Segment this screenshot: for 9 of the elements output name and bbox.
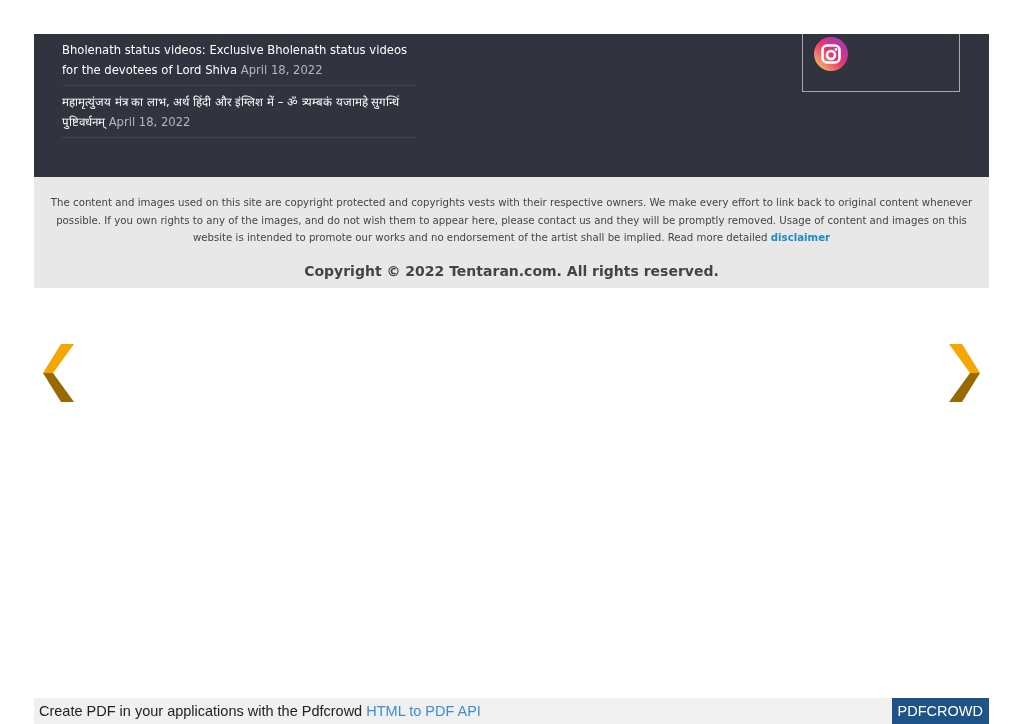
instagram-icon[interactable]: [813, 36, 849, 72]
recent-post-entry[interactable]: महामृत्युंजय मंत्र का लाभ, अर्थ हिंदी और इंग्लिश में – ॐ त्र्यम्बकं यजामहे सुगन्धिं पुष्टिवर्धनम् April 18, 2022: [62, 92, 416, 138]
recent-post-entry[interactable]: Bholenath status videos: Exclusive Bholenath status videos for the devotees of Lord Shiva April 18, 2022: [62, 40, 416, 86]
pdfcrowd-button[interactable]: PDFCROWD: [891, 698, 989, 724]
banner-text: Create PDF in your applications with the Pdfcrowd HTML to PDF API: [38, 703, 481, 719]
copyright-text: Copyright © 2022 Tentaran.com. All rights reserved.: [303, 262, 720, 279]
next-arrow-icon[interactable]: [948, 344, 980, 402]
disclaimer-text: The content and images used on this site are copyright protected and copyrights vests with their respective owners. We make every effort to link back to original content whenever possible. If you own rights to any of the images, and do not wish them to appear here, please contact us and they will be promptly removed. Usage of content and images on this website is intended to promote our works and no endorsement of the artist shall be implied. Read more detailed disclaimer: [49, 196, 974, 245]
previous-arrow-icon[interactable]: [43, 344, 75, 402]
